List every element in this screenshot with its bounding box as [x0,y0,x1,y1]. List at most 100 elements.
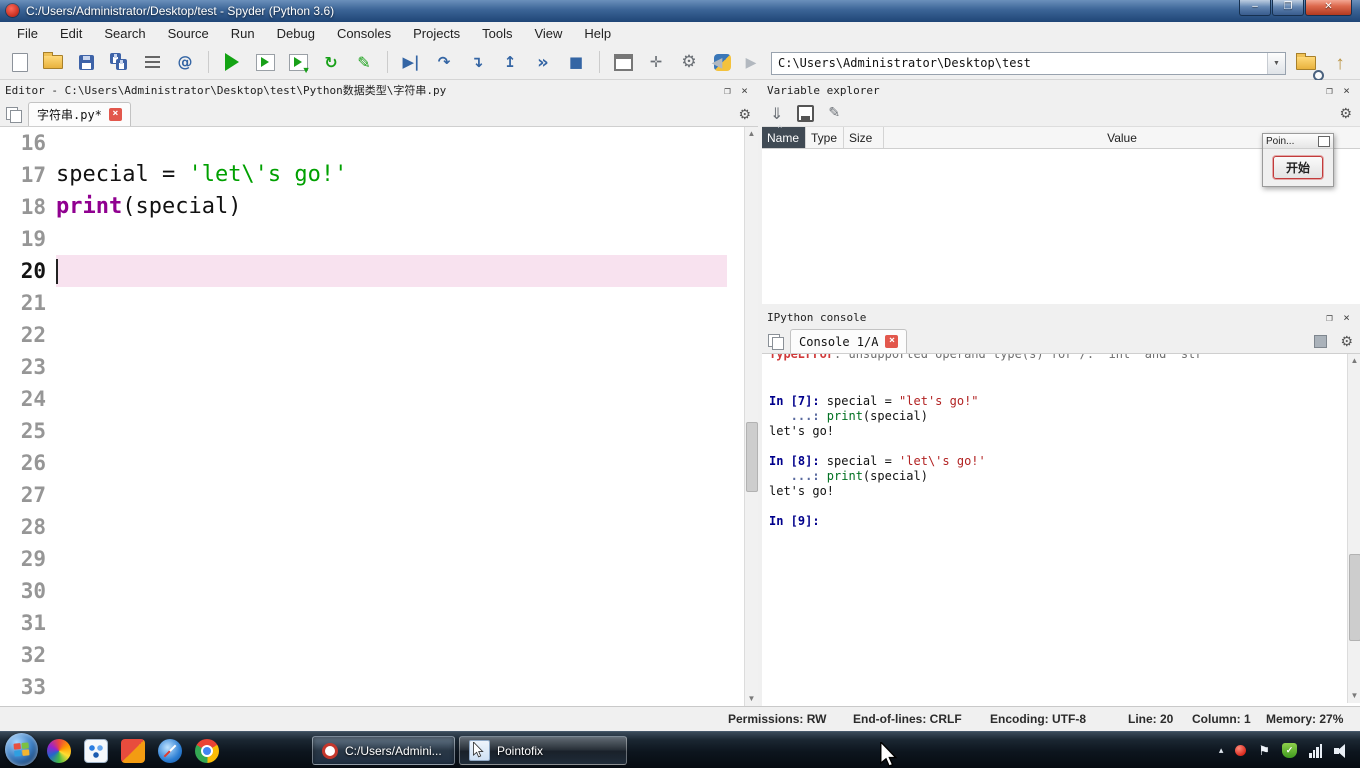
code-editor[interactable]: 16 17 special = 'let\'s go!' 18 print (spec… [0,127,744,706]
line-number[interactable]: 21 [0,287,56,319]
menu-projects[interactable]: Projects [402,23,471,44]
line-number[interactable]: 17 [0,159,56,191]
menu-file[interactable]: File [6,23,49,44]
editor-scrollbar[interactable]: ▲ ▼ [744,127,758,706]
line-number[interactable]: 20 [0,255,56,287]
editor-line[interactable]: 22 [0,319,744,351]
line-number[interactable]: 30 [0,575,56,607]
scrollbar-thumb[interactable] [746,422,758,492]
parent-directory-button[interactable]: ↑ [1326,49,1354,77]
maximize-button[interactable]: ❐ [1272,0,1304,16]
scroll-down-arrow[interactable]: ▼ [1348,689,1360,703]
menu-edit[interactable]: Edit [49,23,93,44]
pinned-app-3-icon[interactable] [121,738,145,763]
close-pane-button[interactable]: × [1338,84,1355,97]
editor-line[interactable]: 32 [0,639,744,671]
line-number[interactable]: 28 [0,511,56,543]
save-data-button[interactable] [797,104,815,122]
start-button[interactable] [5,733,38,766]
save-all-button[interactable] [105,48,133,76]
menu-tools[interactable]: Tools [471,23,523,44]
action-center-flag-icon[interactable]: ⚑ [1258,743,1270,759]
editor-line[interactable]: 24 [0,383,744,415]
undock-pane-button[interactable]: ❐ [1321,84,1338,97]
editor-line[interactable]: 18 print (special) [0,191,744,223]
security-shield-icon[interactable]: ✓ [1282,743,1297,758]
line-number[interactable]: 29 [0,543,56,575]
console-scrollbar[interactable]: ▲ ▼ [1347,354,1360,703]
scroll-up-arrow[interactable]: ▲ [745,127,758,141]
run-file-button[interactable] [218,48,246,76]
taskbar-button-spyder[interactable]: C:/Users/Admini... [312,736,455,765]
browse-tabs-button[interactable] [6,107,22,123]
file-switcher-button[interactable] [138,48,166,76]
menu-search[interactable]: Search [93,23,156,44]
pinned-app-1-icon[interactable] [47,738,71,763]
maximize-pane-button[interactable] [609,48,637,76]
open-file-button[interactable] [39,48,67,76]
run-cell-button[interactable] [251,48,279,76]
line-number[interactable]: 19 [0,223,56,255]
pointofix-start-button[interactable]: 开始 [1273,156,1323,179]
editor-line[interactable]: 16 [0,127,744,159]
console-prompt-line[interactable]: In [9]: [769,514,820,529]
working-directory-combo[interactable]: C:\Users\Administrator\Desktop\test ▼ [771,51,1286,75]
line-number[interactable]: 33 [0,671,56,703]
line-number[interactable]: 23 [0,351,56,383]
close-pane-button[interactable]: × [736,84,753,97]
new-file-button[interactable] [6,48,34,76]
tray-pointofix-icon[interactable] [1235,745,1247,756]
menu-consoles[interactable]: Consoles [326,23,402,44]
column-header-name[interactable]: ^ Name [762,125,806,148]
line-number[interactable]: 25 [0,415,56,447]
menu-view[interactable]: View [523,23,573,44]
console-tab[interactable]: Console 1/A × [790,329,908,353]
console-output-area[interactable]: TypeError: unsupported operand type(s) f… [762,354,1347,703]
network-icon[interactable] [1309,743,1322,758]
taskbar-button-pointofix[interactable]: Pointofix [459,736,627,765]
editor-line[interactable]: 17 special = 'let\'s go!' [0,159,744,191]
working-directory-value[interactable]: C:\Users\Administrator\Desktop\test [772,53,1267,74]
menu-run[interactable]: Run [220,23,266,44]
stop-debug-button[interactable]: ■ [562,48,590,76]
editor-line[interactable]: 30 [0,575,744,607]
editor-current-line[interactable]: 20 [0,255,744,287]
run-selection-button[interactable]: ✎ [350,48,378,76]
preferences-button[interactable]: ⚙ [675,48,703,76]
line-number[interactable]: 24 [0,383,56,415]
browse-directory-button[interactable] [1292,49,1324,81]
editor-line[interactable]: 31 [0,607,744,639]
pinned-chrome-icon[interactable] [195,738,219,763]
pointofix-minimize-button[interactable] [1318,135,1330,147]
editor-tab[interactable]: 字符串.py* × [28,102,131,126]
interrupt-kernel-button[interactable] [1314,334,1328,348]
pointofix-titlebar[interactable]: Poin... [1263,134,1333,149]
debug-step-out-button[interactable]: ↥ [496,48,524,76]
line-number[interactable]: 31 [0,607,56,639]
find-symbols-button[interactable]: @ [171,48,199,76]
import-data-button[interactable]: ⇓ [770,104,783,123]
editor-options-button[interactable]: ⚙ [738,107,751,121]
editor-line[interactable]: 25 [0,415,744,447]
run-cell-advance-button[interactable]: ▼ [284,48,312,76]
editor-line[interactable]: 26 [0,447,744,479]
debug-step-button[interactable]: ↷ [430,48,458,76]
console-options-button[interactable]: ⚙ [1340,334,1353,348]
rerun-cell-button[interactable]: ↻ [317,48,345,76]
column-header-type[interactable]: Type [806,127,844,148]
variable-table-body[interactable] [762,176,1360,304]
save-file-button[interactable] [72,48,100,76]
line-number[interactable]: 32 [0,639,56,671]
editor-line[interactable]: 19 [0,223,744,255]
close-pane-button[interactable]: × [1338,311,1355,324]
pinned-app-2-icon[interactable] [84,738,108,763]
scroll-up-arrow[interactable]: ▲ [1348,354,1360,368]
pinned-safari-icon[interactable] [158,738,182,763]
debug-continue-button[interactable]: » [529,48,557,76]
menu-source[interactable]: Source [157,23,220,44]
undock-pane-button[interactable]: ❐ [719,84,736,97]
scrollbar-thumb[interactable] [1349,554,1360,641]
line-number[interactable]: 26 [0,447,56,479]
line-number[interactable]: 16 [0,127,56,159]
editor-line[interactable]: 33 [0,671,744,703]
